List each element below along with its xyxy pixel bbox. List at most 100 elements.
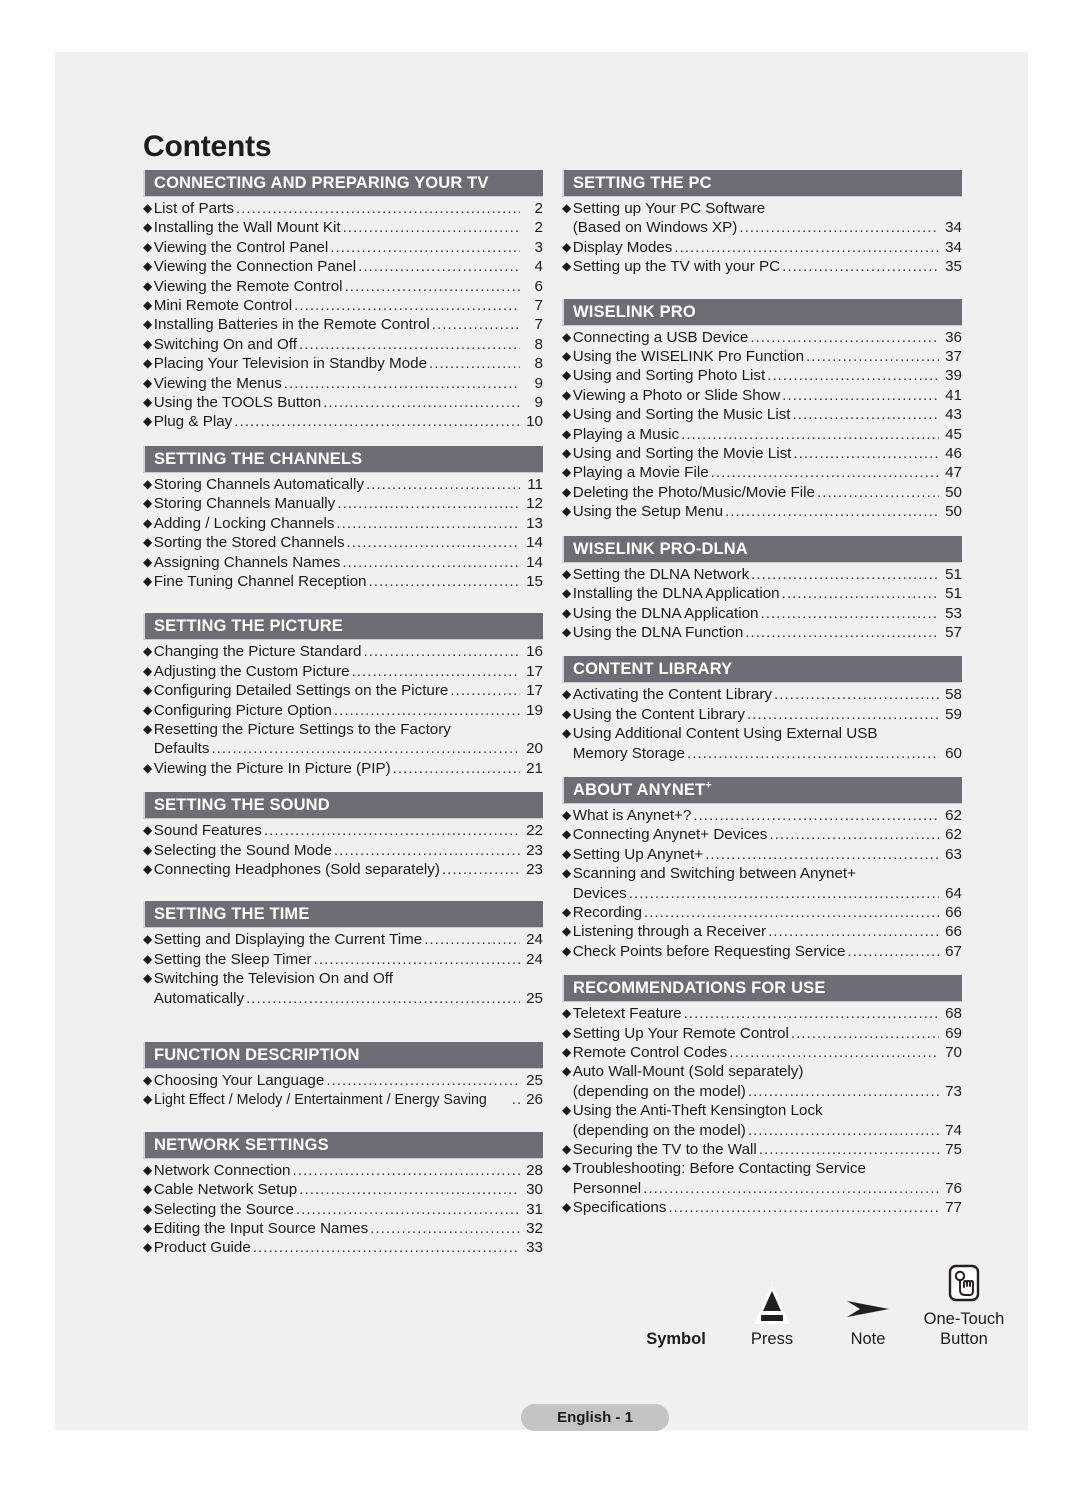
toc-entry[interactable]: ◆Recording 66 <box>562 903 962 922</box>
toc-entry[interactable]: ◆ Using Additional Content Using External… <box>562 724 962 743</box>
toc-entry[interactable]: ◆Setting the DLNA Network 51 <box>562 565 962 584</box>
toc-entry[interactable]: ◆Setting up the TV with your PC 35 <box>562 257 962 276</box>
toc-entry[interactable]: ◆Fine Tuning Channel Reception 15 <box>143 572 543 591</box>
toc-entry[interactable]: ◆What is Anynet+? 62 <box>562 806 962 825</box>
toc-entry[interactable]: ◆Viewing the Remote Control 6 <box>143 277 543 296</box>
toc-entry-page-number: 74 <box>945 1121 962 1139</box>
toc-entry[interactable]: ◆Playing a Music 45 <box>562 425 962 444</box>
toc-entry[interactable]: ◆Installing the Wall Mount Kit 2 <box>143 218 543 237</box>
toc-entry[interactable]: ◆ Connecting Headphones (Sold separately)… <box>143 860 543 879</box>
toc-entry[interactable]: ◆ Installing Batteries in the Remote Cont… <box>143 315 543 334</box>
toc-entry[interactable]: ◆Switching On and Off 8 <box>143 335 543 354</box>
toc-entry-label: Adding / Locking Channels <box>153 514 335 532</box>
toc-entry[interactable]: ◆ Configuring Detailed Settings on the Pi… <box>143 681 543 700</box>
toc-entry[interactable]: ◆Setting Up Anynet+ 63 <box>562 845 962 864</box>
toc-entry[interactable]: ◆Storing Channels Manually 12 <box>143 494 543 513</box>
toc-entry[interactable]: ◆Viewing the Connection Panel 4 <box>143 257 543 276</box>
toc-entry[interactable]: ◆Using the DLNA Application 53 <box>562 604 962 623</box>
toc-entry[interactable]: ◆ Placing Your Television in Standby Mode… <box>143 354 543 373</box>
toc-entry[interactable]: ◆Assigning Channels Names 14 <box>143 553 543 572</box>
toc-entry[interactable]: ◆(Based on Windows XP)34 <box>562 218 962 237</box>
toc-entry[interactable]: ◆Viewing the Control Panel 3 <box>143 238 543 257</box>
toc-entry[interactable]: ◆Listening through a Receiver 66 <box>562 922 962 941</box>
toc-entry-label: Connecting Anynet+ Devices <box>572 826 768 844</box>
toc-entry[interactable]: ◆Devices64 <box>562 884 962 903</box>
toc-section-heading: WISELINK PRO-DLNA <box>562 535 962 562</box>
toc-entry[interactable]: ◆Storing Channels Automatically 11 <box>143 475 543 494</box>
toc-entry[interactable]: ◆Connecting a USB Device 36 <box>562 328 962 347</box>
toc-entry[interactable]: ◆Setting Up Your Remote Control 69 <box>562 1024 962 1043</box>
toc-entry[interactable]: ◆Check Points before Requesting Service 6… <box>562 942 962 961</box>
toc-entry[interactable]: ◆ Setting and Displaying the Current Time… <box>143 930 543 949</box>
toc-entry[interactable]: ◆ Scanning and Switching between Anynet+ <box>562 864 962 883</box>
toc-entry-page-number: 2 <box>534 200 543 217</box>
toc-entry[interactable]: ◆Remote Control Codes 70 <box>562 1043 962 1062</box>
toc-entry[interactable]: ◆Sound Features 22 <box>143 821 543 840</box>
toc-entry[interactable]: ◆Selecting the Source 31 <box>143 1200 543 1219</box>
toc-entry[interactable]: ◆Defaults20 <box>143 739 543 758</box>
diamond-bullet-icon: ◆ <box>143 951 153 966</box>
toc-entry[interactable]: ◆Setting the Sleep Timer 24 <box>143 950 543 969</box>
toc-entry[interactable]: ◆Adding / Locking Channels 13 <box>143 514 543 533</box>
toc-entry-main: Connecting Anynet+ Devices 62 <box>573 825 962 844</box>
toc-entry[interactable]: ◆Viewing the Menus 9 <box>143 374 543 393</box>
toc-entry[interactable]: ◆Using and Sorting the Movie List 46 <box>562 444 962 463</box>
toc-entry[interactable]: ◆Using the Content Library 59 <box>562 705 962 724</box>
toc-entry[interactable]: ◆Playing a Movie File 47 <box>562 463 962 482</box>
toc-entry[interactable]: ◆Using and Sorting Photo List 39 <box>562 366 962 385</box>
toc-entry[interactable]: ◆ Resetting the Picture Settings to the F… <box>143 720 543 739</box>
diamond-bullet-icon: ◆ <box>562 239 572 254</box>
toc-entry[interactable]: ◆Choosing Your Language 25 <box>143 1071 543 1090</box>
diamond-bullet-icon: ◆ <box>143 683 153 698</box>
toc-entry[interactable]: ◆(depending on the model)74 <box>562 1121 962 1140</box>
toc-entry[interactable]: ◆Product Guide 33 <box>143 1238 543 1257</box>
toc-entry[interactable]: ◆Network Connection 28 <box>143 1161 543 1180</box>
dot-leader <box>817 483 939 502</box>
toc-entry[interactable]: ◆Using and Sorting the Music List 43 <box>562 405 962 424</box>
toc-entry[interactable]: ◆Deleting the Photo/Music/Movie File 50 <box>562 483 962 502</box>
toc-entry[interactable]: ◆Personnel76 <box>562 1179 962 1198</box>
toc-entry[interactable]: ◆ Light Effect / Melody / Entertainment /… <box>143 1090 543 1109</box>
dot-leader <box>393 759 520 778</box>
toc-entry[interactable]: ◆Cable Network Setup 30 <box>143 1180 543 1199</box>
toc-entry[interactable]: ◆Selecting the Sound Mode 23 <box>143 841 543 860</box>
toc-entry[interactable]: ◆Display Modes 34 <box>562 238 962 257</box>
toc-entry[interactable]: ◆ Switching the Television On and Off <box>143 969 543 988</box>
toc-entry-label: Editing the Input Source Names <box>153 1220 369 1238</box>
toc-entry[interactable]: ◆Viewing a Photo or Slide Show 41 <box>562 386 962 405</box>
toc-entry[interactable]: ◆Editing the Input Source Names 32 <box>143 1219 543 1238</box>
toc-columns: CONNECTING AND PREPARING YOUR TV ◆ List of… <box>143 170 963 1272</box>
toc-entry-main: Using and Sorting the Movie List 46 <box>573 444 962 463</box>
toc-entry[interactable]: ◆Securing the TV to the Wall 75 <box>562 1140 962 1159</box>
toc-entry[interactable]: ◆Installing the DLNA Application 51 <box>562 584 962 603</box>
toc-entry[interactable]: ◆(depending on the model)73 <box>562 1082 962 1101</box>
toc-entry[interactable]: ◆Using the DLNA Function 57 <box>562 623 962 642</box>
toc-entry[interactable]: ◆Configuring Picture Option 19 <box>143 701 543 720</box>
toc-entry[interactable]: ◆Viewing the Picture In Picture (PIP) 21 <box>143 759 543 778</box>
toc-entry[interactable]: ◆Changing the Picture Standard 16 <box>143 642 543 661</box>
toc-entry-page-number: 3 <box>534 238 543 256</box>
toc-entry[interactable]: ◆Teletext Feature 68 <box>562 1004 962 1023</box>
toc-entry[interactable]: ◆Memory Storage60 <box>562 744 962 763</box>
toc-entry[interactable]: ◆Activating the Content Library 58 <box>562 685 962 704</box>
toc-entry[interactable]: ◆Plug & Play 10 <box>143 412 543 431</box>
diamond-bullet-icon: ◆ <box>562 259 572 274</box>
toc-entry[interactable]: ◆Mini Remote Control 7 <box>143 296 543 315</box>
toc-entry[interactable]: ◆Sorting the Stored Channels 14 <box>143 533 543 552</box>
toc-entry[interactable]: ◆ Using the Anti-Theft Kensington Lock <box>562 1101 962 1120</box>
toc-entry[interactable]: ◆Automatically25 <box>143 989 543 1008</box>
legend-item: One-Touch Button <box>918 1264 1010 1349</box>
toc-entry[interactable]: ◆Using the WISELINK Pro Function 37 <box>562 347 962 366</box>
toc-entry[interactable]: ◆ Auto Wall-Mount (Sold separately) <box>562 1062 962 1081</box>
toc-entry[interactable]: ◆Adjusting the Custom Picture 17 <box>143 662 543 681</box>
toc-entry[interactable]: ◆Using the TOOLS Button 9 <box>143 393 543 412</box>
toc-entry[interactable]: ◆Using the Setup Menu 50 <box>562 502 962 521</box>
toc-entry[interactable]: ◆ Troubleshooting: Before Contacting Serv… <box>562 1159 962 1178</box>
toc-entry-page-number: 14 <box>526 553 543 571</box>
toc-entry-main: Switching On and Off 8 <box>154 335 543 354</box>
toc-entry[interactable]: ◆ Setting up Your PC Software <box>562 199 962 218</box>
toc-entry[interactable]: ◆Specifications 77 <box>562 1198 962 1217</box>
toc-entry[interactable]: ◆List of Parts 2 <box>143 199 543 218</box>
toc-entry[interactable]: ◆Connecting Anynet+ Devices 62 <box>562 825 962 844</box>
